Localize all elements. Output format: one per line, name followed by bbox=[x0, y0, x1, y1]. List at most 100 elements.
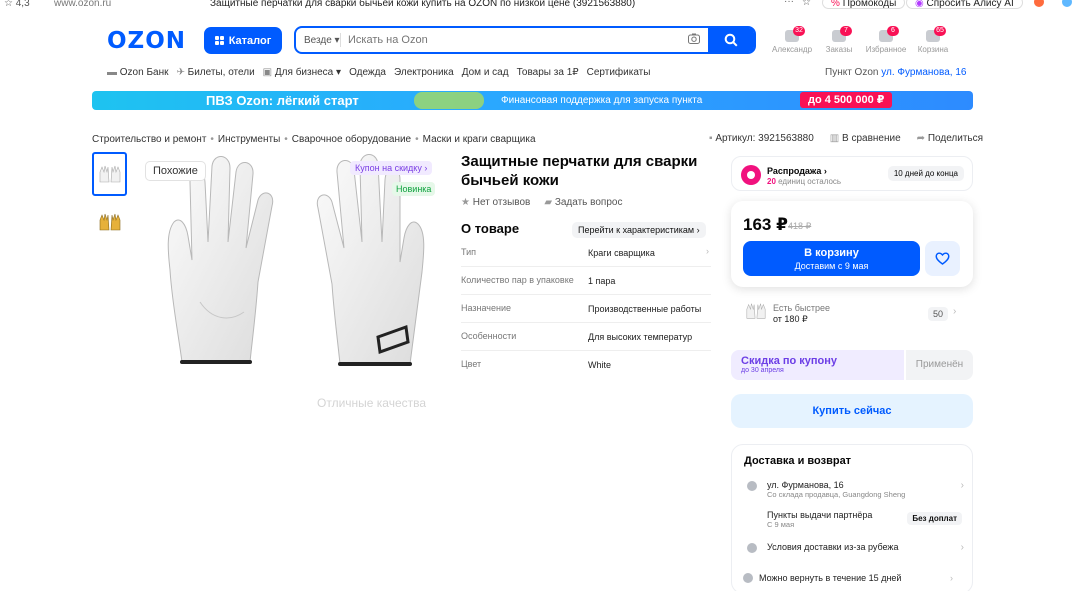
add-to-cart-button[interactable]: В корзину Доставим с 9 мая bbox=[743, 241, 920, 276]
foreign-delivery-row[interactable]: Условия доставки из-за рубежа › bbox=[744, 542, 966, 556]
buy-now-button[interactable]: Купить сейчас bbox=[731, 394, 973, 428]
extension-icon[interactable] bbox=[1062, 0, 1072, 7]
sale-title: Распродажа › bbox=[767, 166, 827, 176]
spec-key: Особенности bbox=[461, 331, 517, 341]
site-rating[interactable]: ☆ 4,3 bbox=[4, 0, 30, 9]
days-left-badge: 10 дней до конца bbox=[887, 166, 964, 181]
spec-value: 1 пара bbox=[588, 276, 616, 286]
promo-codes-button[interactable]: % Промокоды bbox=[822, 0, 906, 9]
spec-row[interactable]: Тип Краги сварщика › bbox=[461, 239, 711, 267]
coupon-badge[interactable]: Купон на скидку › bbox=[350, 161, 433, 175]
search-scope-select[interactable]: Везде ▾ bbox=[304, 35, 340, 46]
coupon-discount-card[interactable]: Скидка по купону до 30 апреля bbox=[731, 350, 904, 380]
percent-icon: % bbox=[831, 0, 840, 9]
nav-item-electronics[interactable]: Электроника bbox=[394, 67, 454, 78]
current-price: 163 ₽ bbox=[743, 215, 788, 234]
compare-icon: ▥ bbox=[829, 133, 840, 144]
share-icon: ➦ bbox=[916, 133, 926, 144]
sale-card[interactable]: Распродажа › 20 единиц осталось 10 дней … bbox=[731, 156, 973, 191]
breadcrumb-item[interactable]: Сварочное оборудование bbox=[292, 134, 411, 145]
similar-products-button[interactable]: Похожие bbox=[145, 161, 206, 181]
share-label: Поделиться bbox=[927, 133, 984, 144]
breadcrumb-item[interactable]: Строительство и ремонт bbox=[92, 134, 206, 145]
old-price: 418 ₽ bbox=[788, 221, 812, 231]
nav-item-certificates[interactable]: Сертификаты bbox=[587, 67, 651, 78]
bookmark-icon[interactable]: ☆ bbox=[802, 0, 811, 8]
compare-button[interactable]: ▥ В сравнение bbox=[830, 133, 901, 144]
top-nav: ▬ Ozon Банк ✈ Билеты, отели ▣ Для бизнес… bbox=[107, 67, 650, 78]
gallery-thumbnail-white[interactable] bbox=[92, 152, 127, 196]
compare-label: В сравнение bbox=[842, 133, 901, 144]
cart-link[interactable]: 65 Корзина bbox=[903, 26, 963, 54]
product-reviews-row: ★ Нет отзывов ▰ Задать вопрос bbox=[461, 197, 622, 208]
coupon-applied-button[interactable]: Применён bbox=[906, 350, 973, 380]
nav-item-home[interactable]: Дом и сад bbox=[462, 67, 509, 78]
catalog-label: Каталог bbox=[228, 34, 272, 47]
image-caption: Отличные качества bbox=[317, 396, 427, 410]
reviews-link[interactable]: ★ Нет отзывов bbox=[461, 197, 530, 208]
breadcrumb-item[interactable]: Маски и краги сварщика bbox=[423, 134, 536, 145]
article-label: Артикул: 3921563880 bbox=[715, 133, 814, 144]
product-main-image[interactable] bbox=[160, 152, 430, 374]
search-input[interactable] bbox=[348, 30, 678, 50]
spec-value: Краги сварщика bbox=[588, 248, 655, 258]
nav-item-one-ruble[interactable]: Товары за 1₽ bbox=[517, 67, 579, 78]
go-to-specs-label: Перейти к характеристикам bbox=[578, 225, 695, 235]
breadcrumb-item[interactable]: Инструменты bbox=[218, 134, 280, 145]
spec-key: Количество пар в упаковке bbox=[461, 275, 574, 285]
pickup-label: Пункт Ozon bbox=[825, 67, 879, 78]
search-button[interactable] bbox=[708, 28, 754, 52]
promo-codes-label: Промокоды bbox=[842, 0, 897, 9]
nav-item-ozon-bank[interactable]: ▬ Ozon Банк bbox=[107, 67, 168, 78]
spec-row: Особенности Для высоких температур bbox=[461, 323, 711, 351]
sale-logo-icon bbox=[741, 165, 761, 185]
spec-value: Для высоких температур bbox=[588, 332, 693, 342]
banner-subtitle: Финансовая поддержка для запуска пункта bbox=[501, 95, 703, 106]
share-button[interactable]: ➦ Поделиться bbox=[917, 133, 983, 144]
more-icon[interactable]: ··· bbox=[784, 0, 794, 7]
article-number[interactable]: ▪ Артикул: 3921563880 bbox=[709, 133, 814, 144]
promo-banner[interactable]: ПВЗ Ozon: лёгкий старт Финансовая поддер… bbox=[92, 91, 973, 110]
ask-alice-button[interactable]: ◉ Спросить Алису AI bbox=[906, 0, 1023, 9]
faster-delivery-offer[interactable]: Есть быстрее от 180 ₽ 50 › bbox=[731, 295, 973, 330]
spec-key: Назначение bbox=[461, 303, 512, 313]
nav-item-business[interactable]: ▣ Для бизнеса ▾ bbox=[263, 67, 341, 78]
star-icon: ★ bbox=[461, 197, 470, 208]
delivery-source: Со склада продавца, Guangdong Sheng bbox=[767, 490, 906, 499]
delivery-card: Доставка и возврат ул. Фурманова, 16 Со … bbox=[731, 444, 973, 591]
cart-badge: 65 bbox=[934, 26, 946, 36]
chat-icon: ▰ bbox=[544, 197, 553, 208]
extension-icon[interactable] bbox=[1034, 0, 1044, 7]
browser-toolbar: ☆ 4,3 www.ozon.ru Защитные перчатки для … bbox=[0, 0, 1090, 12]
ozon-logo[interactable]: OZON bbox=[107, 28, 186, 54]
ask-alice-label: Спросить Алису AI bbox=[926, 0, 1014, 9]
nav-item-clothes[interactable]: Одежда bbox=[349, 67, 386, 78]
pickup-point[interactable]: Пункт Ozon ул. Фурманова, 16 bbox=[825, 67, 966, 78]
faster-quantity: 50 bbox=[928, 307, 949, 321]
banner-amount: до 4 500 000 ₽ bbox=[800, 92, 893, 108]
glove-thumbnail-image bbox=[99, 165, 120, 183]
chevron-right-icon: › bbox=[696, 225, 700, 235]
camera-icon[interactable] bbox=[688, 33, 700, 47]
ask-question-button[interactable]: ▰ Задать вопрос bbox=[544, 197, 622, 208]
go-to-specs-button[interactable]: Перейти к характеристикам › bbox=[572, 222, 706, 238]
delivery-address-row[interactable]: ул. Фурманова, 16 Со склада продавца, Gu… bbox=[744, 480, 966, 502]
breadcrumb-separator: • bbox=[210, 134, 214, 145]
price-card: 163 ₽ 418 ₽ В корзину Доставим с 9 мая bbox=[731, 201, 973, 287]
spec-value: Производственные работы bbox=[588, 304, 702, 314]
product-meta-actions: ▪ Артикул: 3921563880 ▥ В сравнение ➦ По… bbox=[709, 133, 983, 144]
nav-item-tickets[interactable]: ✈ Билеты, отели bbox=[176, 67, 254, 78]
ask-question-label: Задать вопрос bbox=[554, 197, 623, 208]
catalog-button[interactable]: Каталог bbox=[204, 27, 282, 54]
coupon-title: Скидка по купону bbox=[741, 355, 838, 367]
favorites-badge: 6 bbox=[887, 26, 899, 36]
copy-icon: ▪ bbox=[709, 133, 713, 144]
gallery-thumbnail-yellow[interactable] bbox=[92, 200, 127, 244]
partner-pickup-row[interactable]: Пункты выдачи партнёра С 9 мая Без допла… bbox=[744, 510, 966, 532]
address-bar[interactable]: www.ozon.ru bbox=[54, 0, 111, 9]
chevron-right-icon: › bbox=[424, 163, 428, 173]
coupon-expiry: до 30 апреля bbox=[741, 367, 784, 374]
add-to-favorites-button[interactable] bbox=[925, 241, 960, 276]
return-policy-row[interactable]: Можно вернуть в течение 15 дней › bbox=[743, 573, 953, 583]
breadcrumb-separator: • bbox=[284, 134, 288, 145]
